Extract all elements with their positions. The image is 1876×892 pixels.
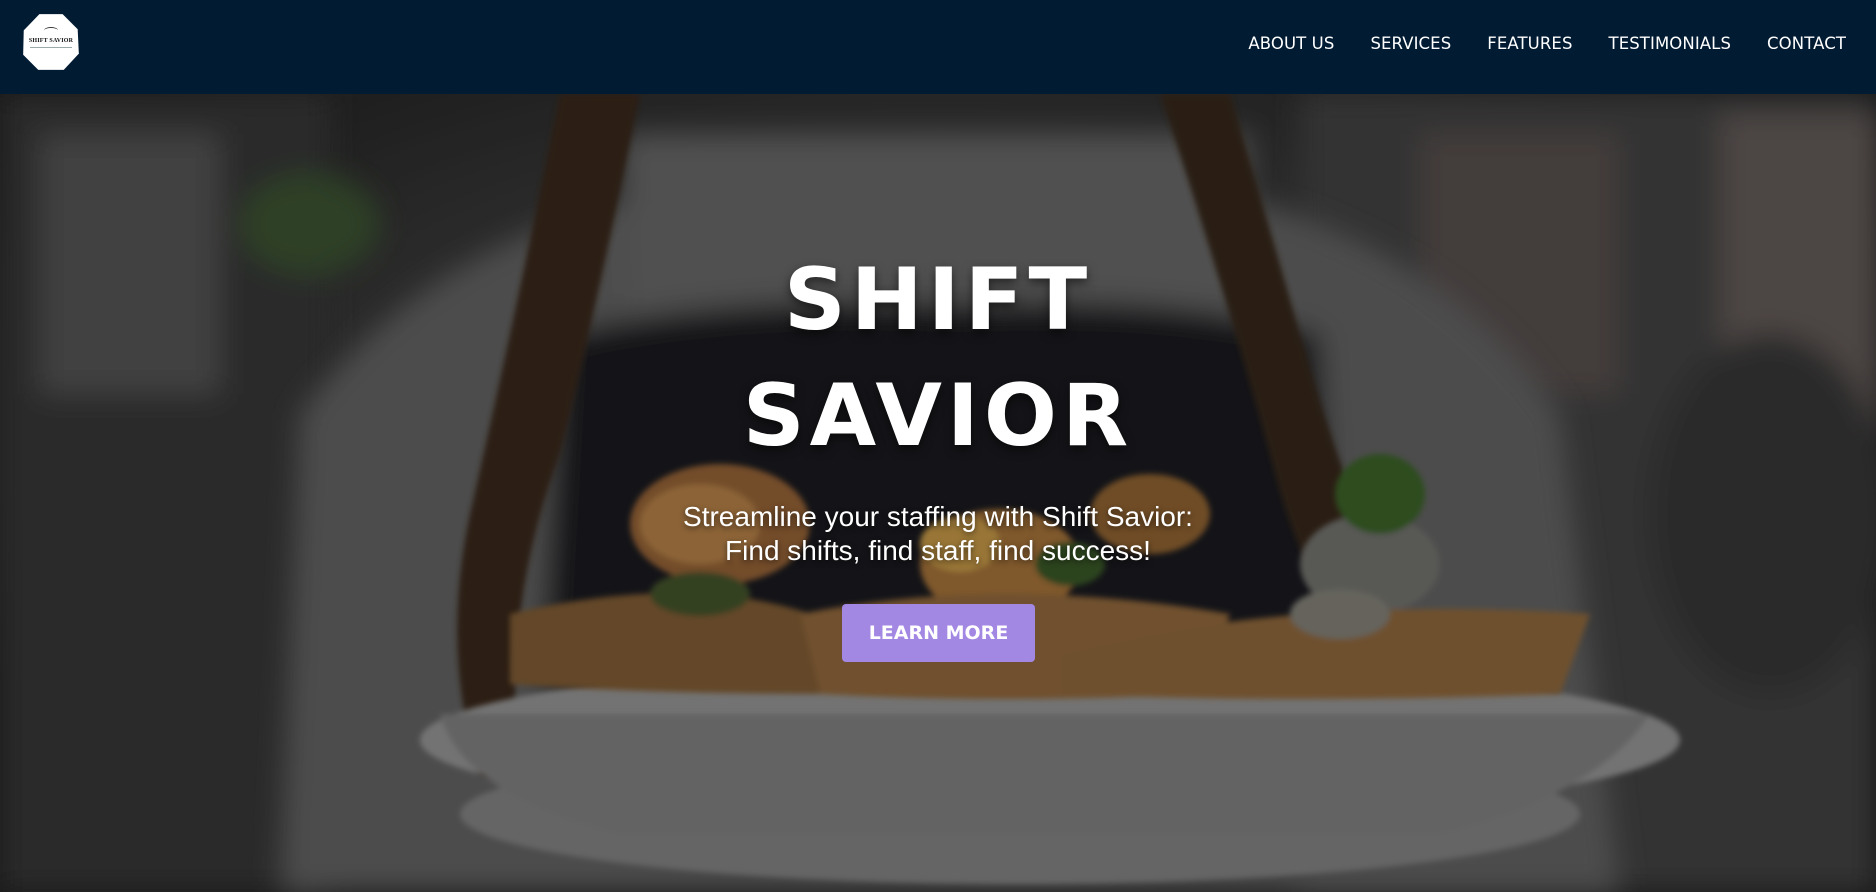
- learn-more-button[interactable]: LEARN MORE: [842, 604, 1035, 662]
- main-nav: ABOUT US SERVICES FEATURES TESTIMONIALS …: [1248, 0, 1846, 86]
- hero-subtitle-line-2: Find shifts, find staff, find success!: [725, 535, 1151, 566]
- nav-features[interactable]: FEATURES: [1487, 34, 1572, 53]
- hero-content: SHIFT SAVIOR Streamline your staffing wi…: [0, 94, 1876, 892]
- site-header: SHIFT SAVIOR ABOUT US SERVICES FEATURES …: [0, 0, 1876, 94]
- nav-testimonials[interactable]: TESTIMONIALS: [1609, 34, 1732, 53]
- hero-title: SHIFT SAVIOR: [0, 242, 1876, 474]
- hero-section: SHIFT SAVIOR Streamline your staffing wi…: [0, 94, 1876, 892]
- logo-text: SHIFT SAVIOR: [28, 38, 74, 44]
- hero-subtitle-line-1: Streamline your staffing with Shift Savi…: [683, 501, 1193, 532]
- nav-services[interactable]: SERVICES: [1370, 34, 1451, 53]
- nav-contact[interactable]: CONTACT: [1767, 34, 1846, 53]
- hero-title-line-2: SAVIOR: [742, 366, 1134, 466]
- logo[interactable]: SHIFT SAVIOR: [23, 14, 79, 70]
- logo-mark-icon: [44, 27, 58, 34]
- page: SHIFT SAVIOR ABOUT US SERVICES FEATURES …: [0, 0, 1876, 892]
- nav-about-us[interactable]: ABOUT US: [1248, 34, 1334, 53]
- hero-subtitle: Streamline your staffing with Shift Savi…: [0, 500, 1876, 568]
- hero-title-line-1: SHIFT: [783, 250, 1093, 350]
- logo-tagline-divider: [30, 47, 72, 48]
